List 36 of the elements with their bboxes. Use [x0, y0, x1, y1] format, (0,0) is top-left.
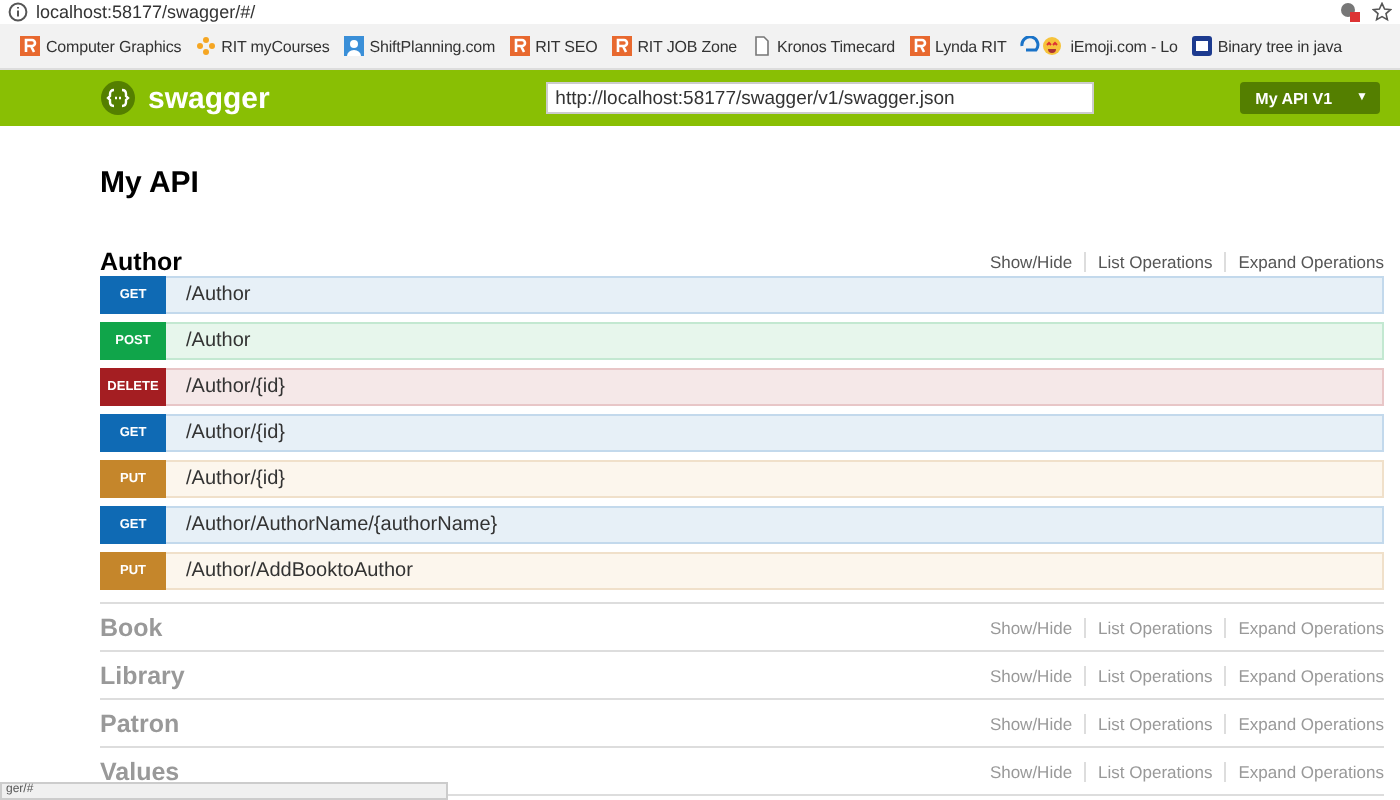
bookmark-link[interactable]: ShiftPlanning.com [369, 37, 496, 55]
app-logo-text: swagger [148, 81, 270, 115]
bookmark-link[interactable]: RIT JOB Zone [637, 37, 738, 55]
bookmark-link[interactable]: RIT myCourses [221, 37, 330, 55]
r-logo-icon [509, 36, 530, 56]
bookmark-link[interactable]: iEmoji.com - Lo [1070, 37, 1178, 55]
address-bar-url[interactable]: localhost:58177/swagger/#/ [36, 2, 256, 22]
bookmark-link[interactable]: Lynda RIT [935, 37, 1007, 55]
operation-path: /Author [184, 330, 251, 352]
bookmark-link[interactable]: Computer Graphics [46, 37, 182, 55]
operation-path: /Author/AuthorName/{authorName} [184, 514, 498, 536]
page-icon [751, 36, 772, 56]
r-logo-icon [909, 36, 930, 56]
operation-path: /Author/{id} [184, 376, 285, 398]
info-icon[interactable] [8, 2, 28, 22]
operation-path: /Author/{id} [184, 468, 285, 490]
pinwheel-icon [195, 36, 216, 56]
page-title: My API [100, 166, 201, 200]
r-logo-icon [611, 36, 632, 56]
operation-path: /Author/AddBooktoAuthor [184, 560, 413, 582]
operation-path: /Author/{id} [184, 422, 285, 444]
extension-icon[interactable] [1340, 2, 1360, 22]
bookmark-link[interactable]: RIT SEO [535, 37, 598, 55]
resource-name[interactable]: Author [100, 247, 182, 275]
person-icon [343, 36, 364, 56]
resource-link[interactable]: List Operations [1084, 251, 1225, 271]
swagger-logo-icon [100, 80, 136, 116]
bookmark-link[interactable]: Kronos Timecard [777, 37, 896, 55]
resource-link[interactable]: Show/Hide [977, 251, 1085, 271]
star-icon[interactable] [1372, 2, 1392, 22]
bookmark-link[interactable]: Binary tree in java [1217, 37, 1343, 55]
spec-url-field[interactable]: http://localhost:58177/swagger/v1/swagger.json [545, 82, 1094, 114]
operation-path: /Author [184, 284, 251, 306]
emoji-icon [1020, 36, 1065, 56]
resource-link[interactable]: Expand Operations [1224, 251, 1384, 271]
r-logo-icon [20, 36, 40, 56]
